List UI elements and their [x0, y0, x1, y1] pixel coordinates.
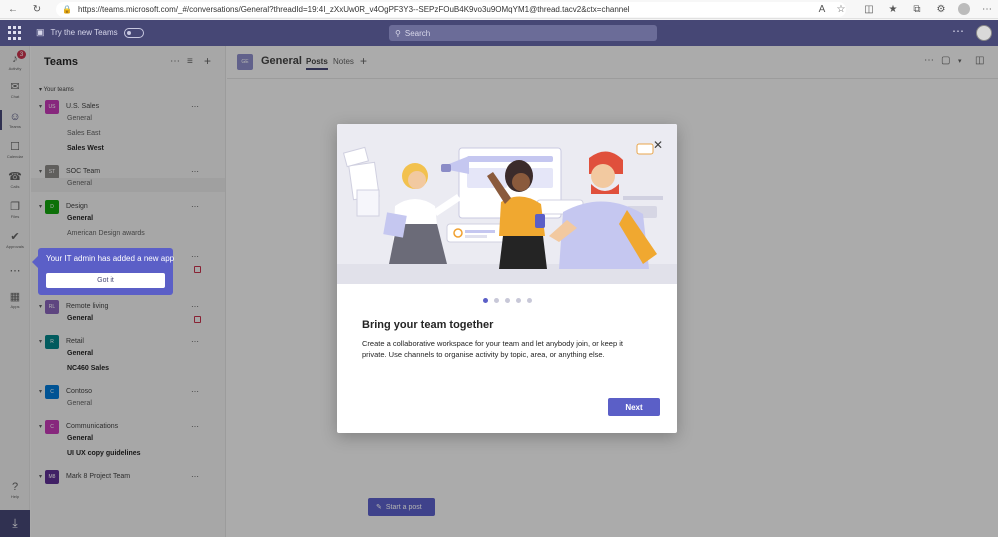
carousel-dot[interactable] — [527, 298, 532, 303]
url-text: https://teams.microsoft.com/_#/conversat… — [77, 5, 630, 14]
teams-logo-icon: ▣ — [36, 27, 45, 37]
collections-icon[interactable]: ⧉ — [910, 2, 924, 16]
dialog-description: Create a collaborative workspace for you… — [362, 339, 623, 359]
more-icon[interactable]: ⋯ — [980, 2, 994, 16]
teams-top-bar: ▣ Try the new Teams ⚲ Search ⋯ — [0, 20, 998, 46]
split-screen-icon[interactable]: ◫ — [862, 2, 876, 16]
read-aloud-icon[interactable]: A — [815, 2, 829, 16]
tooltip-text: Your IT admin has added a new app — [46, 254, 175, 263]
extensions-icon[interactable]: ⚙ — [934, 2, 948, 16]
favorites-icon[interactable]: ★ — [886, 2, 900, 16]
team-illustration — [337, 124, 677, 284]
address-bar[interactable]: 🔒 https://teams.microsoft.com/_#/convers… — [56, 2, 846, 17]
hero-illustration — [337, 124, 677, 284]
user-avatar[interactable] — [976, 25, 992, 41]
refresh-icon[interactable]: ↻ — [30, 2, 44, 16]
profile-avatar[interactable] — [958, 3, 970, 15]
carousel-dot[interactable] — [494, 298, 499, 303]
welcome-dialog: ✕ Bring your team together Create a coll… — [337, 124, 677, 433]
next-button[interactable]: Next — [608, 398, 660, 416]
browser-toolbar: ← ↻ 🔒 https://teams.microsoft.com/_#/con… — [0, 0, 998, 19]
try-new-label: Try the new Teams — [50, 28, 118, 37]
lock-icon: 🔒 — [62, 5, 72, 14]
back-icon[interactable]: ← — [6, 2, 20, 16]
carousel-dot[interactable] — [505, 298, 510, 303]
try-new-toggle[interactable] — [123, 27, 144, 38]
dialog-title: Bring your team together — [362, 319, 494, 331]
app-launcher-icon[interactable] — [8, 26, 22, 40]
search-icon: ⚲ — [395, 28, 401, 38]
search-placeholder: Search — [404, 28, 431, 38]
favorite-star-icon[interactable]: ☆ — [834, 2, 848, 16]
close-icon[interactable]: ✕ — [653, 138, 663, 152]
search-input[interactable]: ⚲ Search — [389, 25, 657, 41]
carousel-dots — [483, 298, 532, 303]
carousel-dot[interactable] — [483, 298, 488, 303]
carousel-dot[interactable] — [516, 298, 521, 303]
try-new-teams: ▣ Try the new Teams — [36, 27, 144, 38]
new-app-tooltip: Your IT admin has added a new app Got it — [32, 248, 175, 295]
got-it-button[interactable]: Got it — [46, 273, 165, 288]
settings-more-icon[interactable]: ⋯ — [952, 24, 964, 38]
